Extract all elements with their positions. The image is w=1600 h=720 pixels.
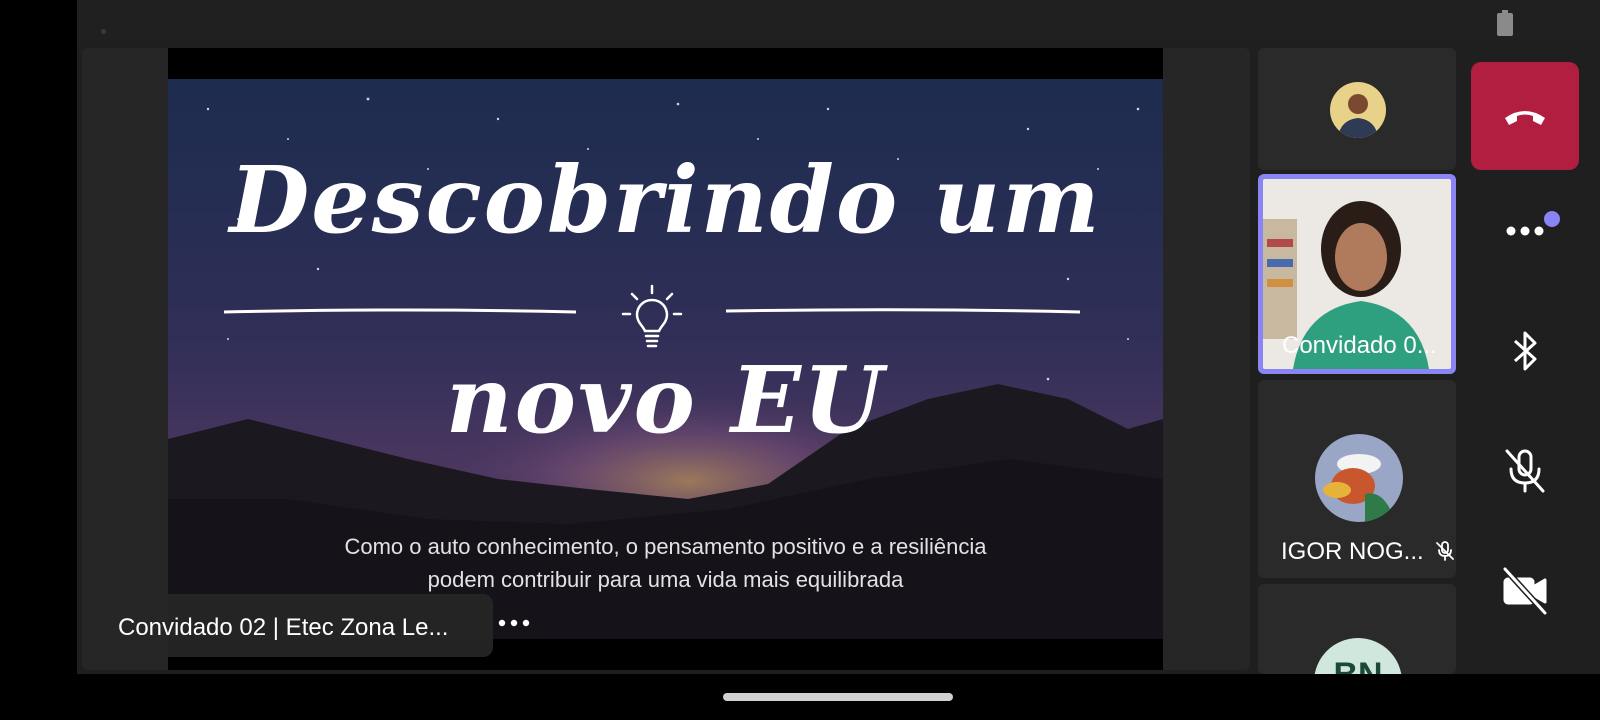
slide-subtitle-line2: podem contribuir para uma vida mais equi… <box>427 567 904 592</box>
participant-name: Convidado 0... <box>1282 332 1437 359</box>
participant-initials: BN <box>1314 656 1402 674</box>
participant-avatar-initials: BN <box>1314 638 1402 674</box>
meeting-app: Descobrindo um novo EU Como o auto conhe… <box>77 0 1600 674</box>
mic-off-icon <box>1436 541 1454 561</box>
bluetooth-icon[interactable] <box>1497 323 1553 379</box>
status-bar <box>77 0 1600 46</box>
presenter-name-chip[interactable]: Convidado 02 | Etec Zona Le... <box>98 594 493 657</box>
mic-off-icon[interactable] <box>1497 443 1553 499</box>
participant-tile-4[interactable]: BN <box>1258 584 1456 674</box>
camera-off-icon[interactable] <box>1497 563 1553 619</box>
notification-badge <box>1544 211 1560 227</box>
phone-hangup-icon <box>1505 111 1545 125</box>
participant-tile-active-speaker[interactable]: Convidado 0... <box>1258 174 1456 374</box>
status-dot <box>101 29 106 34</box>
presenter-name: Convidado 02 | Etec Zona Le... <box>118 614 449 641</box>
presentation-slide: Descobrindo um novo EU Como o auto conhe… <box>168 48 1163 670</box>
lightbulb-icon <box>621 284 683 348</box>
participant-tile-3[interactable]: IGOR NOG... <box>1258 380 1456 578</box>
slide-title-line2: novo EU <box>445 346 886 454</box>
more-options-icon[interactable] <box>1497 203 1553 259</box>
shared-screen-area: Descobrindo um novo EU Como o auto conhe… <box>82 48 1250 670</box>
participant-name: IGOR NOG... <box>1281 538 1424 565</box>
slide-subtitle-line1: Como o auto conhecimento, o pensamento p… <box>344 534 987 559</box>
battery-icon <box>1497 10 1513 36</box>
participant-avatar <box>1315 434 1403 522</box>
participant-tile-1[interactable] <box>1258 48 1456 170</box>
hangup-button[interactable] <box>1471 62 1579 170</box>
participant-avatar <box>1330 82 1386 138</box>
slide-title-line1: Descobrindo um <box>229 146 1102 254</box>
call-controls <box>1459 46 1600 674</box>
home-indicator[interactable] <box>723 693 953 701</box>
presenter-more-icon[interactable] <box>496 611 532 635</box>
